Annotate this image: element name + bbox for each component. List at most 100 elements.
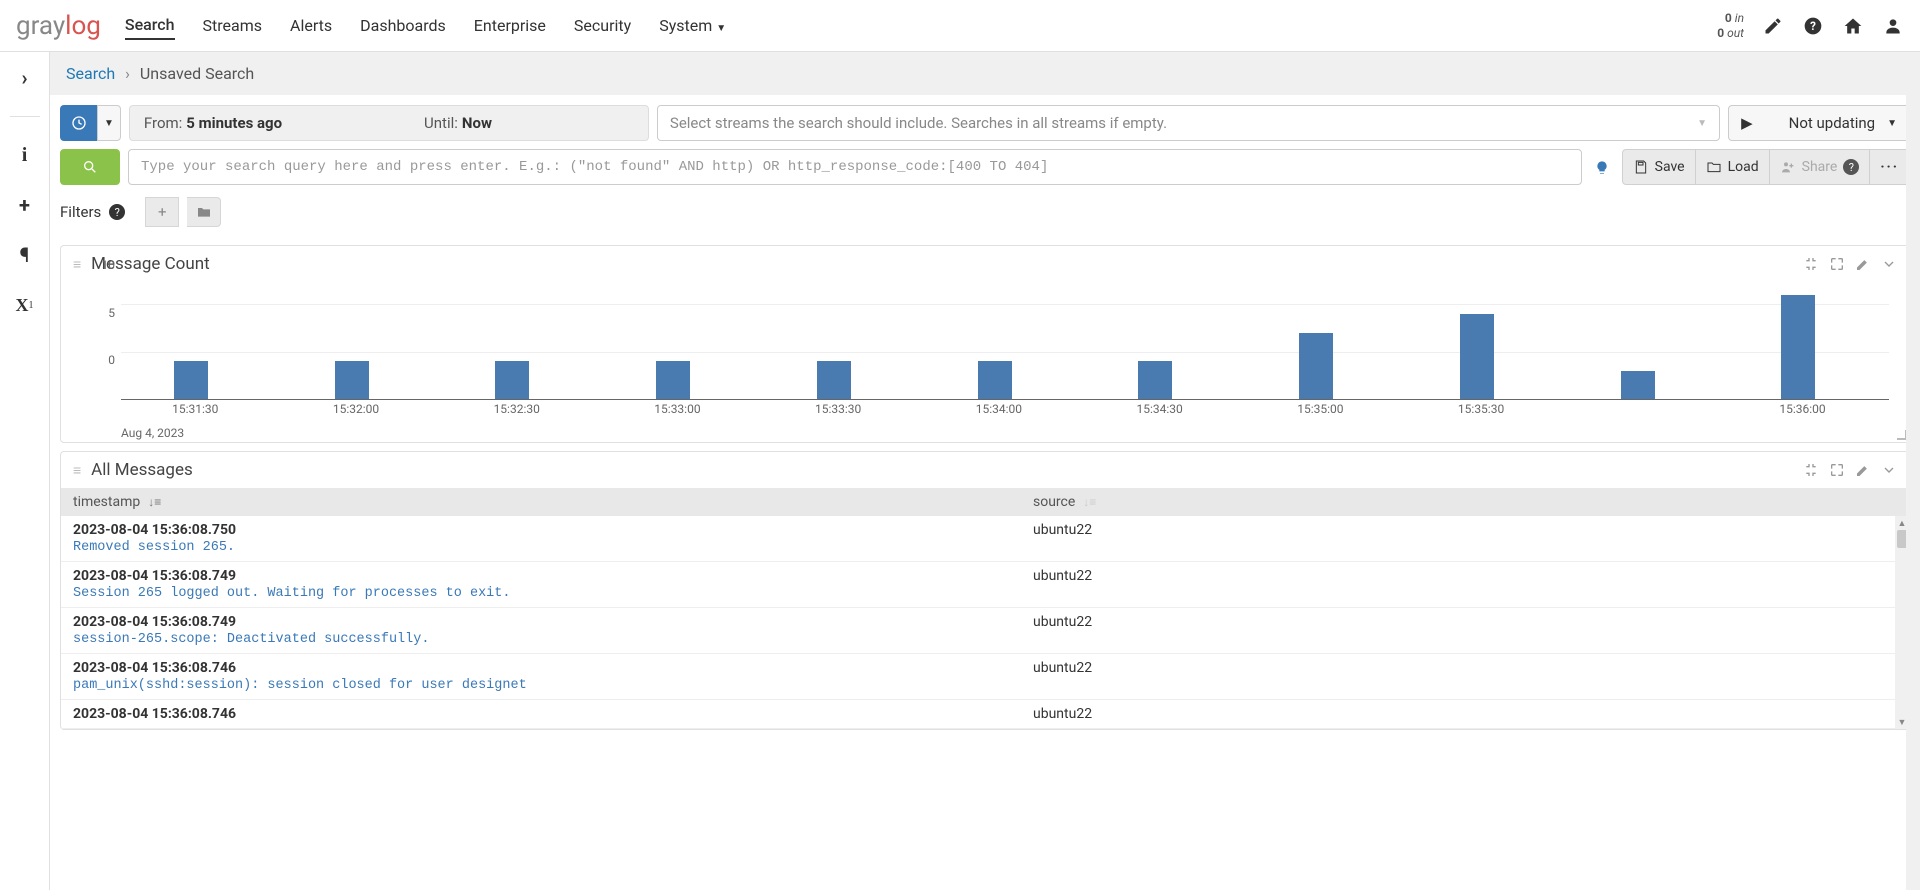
x-tick: 15:33:30	[815, 402, 861, 416]
nav-search[interactable]: Search	[125, 11, 175, 40]
bar	[495, 361, 529, 399]
query-input[interactable]	[128, 149, 1582, 185]
nav-items: Search Streams Alerts Dashboards Enterpr…	[125, 11, 1717, 40]
table-row[interactable]: 2023-08-04 15:36:08.746pam_unix(sshd:ses…	[61, 654, 1909, 700]
sort-icon[interactable]: ↓≡	[1083, 495, 1096, 509]
message-count-panel: ≡ Message Count 051015:31:3015:32:0015:3…	[60, 245, 1910, 443]
msg-timestamp: 2023-08-04 15:36:08.746	[73, 706, 1033, 722]
more-actions-button[interactable]: ···	[1870, 149, 1910, 185]
msg-source: ubuntu22	[1033, 706, 1897, 722]
expand-sidebar-icon[interactable]: ›	[13, 66, 37, 90]
paragraph-icon[interactable]: ¶	[13, 243, 37, 267]
left-rail: › i + ¶ X1	[0, 52, 50, 890]
caret-down-icon: ▼	[716, 23, 726, 34]
timerange-display[interactable]: From: 5 minutes ago Until: Now	[129, 105, 649, 141]
home-icon[interactable]	[1842, 15, 1864, 37]
info-icon[interactable]: i	[13, 143, 37, 167]
bar	[1460, 314, 1494, 400]
svg-text:?: ?	[1810, 19, 1816, 33]
x-tick: 15:35:30	[1458, 402, 1504, 416]
compress-icon[interactable]	[1803, 256, 1819, 272]
x-tick: 15:36:00	[1779, 402, 1825, 416]
drag-handle-icon[interactable]: ≡	[73, 256, 81, 273]
nav-dashboards[interactable]: Dashboards	[360, 12, 446, 39]
widget-menu-icon[interactable]	[1881, 462, 1897, 478]
subscript-icon[interactable]: X1	[13, 293, 37, 317]
timerange-type-group: ▼	[60, 105, 121, 141]
bar	[1299, 333, 1333, 400]
y-tick: 5	[108, 306, 115, 320]
dropdown-icon: ▼	[1697, 118, 1707, 129]
col-source[interactable]: source	[1033, 494, 1075, 510]
msg-text: Removed session 265.	[73, 540, 1033, 555]
bar	[335, 361, 369, 399]
logo-text-gray: gray	[16, 11, 65, 41]
bar	[817, 361, 851, 399]
expand-icon[interactable]	[1829, 462, 1845, 478]
timerange-clock-button[interactable]	[60, 105, 97, 141]
refresh-label: Not updating	[1789, 114, 1875, 132]
widget-menu-icon[interactable]	[1881, 256, 1897, 272]
timerange-dropdown-button[interactable]: ▼	[97, 105, 121, 141]
nav-system[interactable]: System▼	[659, 12, 726, 39]
msg-source: ubuntu22	[1033, 660, 1897, 676]
main-content: Search › Unsaved Search ▼ From: 5 minute…	[50, 52, 1920, 890]
x-tick: 15:35:00	[1297, 402, 1343, 416]
stream-select-placeholder: Select streams the search should include…	[670, 114, 1167, 132]
sort-desc-icon[interactable]: ↓≡	[148, 495, 161, 509]
expand-icon[interactable]	[1829, 256, 1845, 272]
nav-right: 0 in 0 out ?	[1717, 11, 1904, 40]
breadcrumb-root[interactable]: Search	[66, 64, 115, 83]
filters-label: Filters	[60, 203, 101, 221]
nav-alerts[interactable]: Alerts	[290, 12, 332, 39]
edit-widget-icon[interactable]	[1855, 462, 1871, 478]
edit-widget-icon[interactable]	[1855, 256, 1871, 272]
save-button[interactable]: Save	[1622, 149, 1696, 185]
load-button[interactable]: Load	[1696, 149, 1770, 185]
x-tick: 15:32:00	[333, 402, 379, 416]
add-icon[interactable]: +	[13, 193, 37, 217]
add-filter-button[interactable]: +	[145, 197, 179, 227]
msg-timestamp: 2023-08-04 15:36:08.749	[73, 614, 1033, 630]
nav-enterprise[interactable]: Enterprise	[474, 12, 546, 39]
search-button[interactable]	[60, 149, 120, 185]
msg-text: session-265.scope: Deactivated successfu…	[73, 632, 1033, 647]
help-icon[interactable]: ?	[1802, 15, 1824, 37]
share-help-badge: ?	[1843, 159, 1859, 175]
share-button[interactable]: Share ?	[1770, 149, 1871, 185]
all-messages-panel: ≡ All Messages timestamp ↓≡ source ↓≡	[60, 451, 1910, 730]
msg-text: pam_unix(sshd:session): session closed f…	[73, 678, 1033, 693]
scratchpad-icon[interactable]	[1762, 15, 1784, 37]
table-row[interactable]: 2023-08-04 15:36:08.746ubuntu22	[61, 700, 1909, 729]
breadcrumb-current: Unsaved Search	[140, 64, 254, 83]
drag-handle-icon[interactable]: ≡	[73, 462, 81, 479]
stream-select[interactable]: Select streams the search should include…	[657, 105, 1720, 141]
filter-folder-button[interactable]	[187, 197, 221, 227]
msg-timestamp: 2023-08-04 15:36:08.749	[73, 568, 1033, 584]
filters-row: Filters ? +	[60, 193, 1910, 237]
user-icon[interactable]	[1882, 15, 1904, 37]
page-scrollbar[interactable]	[1906, 52, 1920, 890]
filters-help-badge[interactable]: ?	[109, 204, 125, 220]
x-tick: 15:34:30	[1136, 402, 1182, 416]
refresh-control[interactable]: ▶ Not updating ▼	[1728, 105, 1910, 141]
y-tick: 10	[102, 258, 116, 272]
table-row[interactable]: 2023-08-04 15:36:08.749Session 265 logge…	[61, 562, 1909, 608]
throughput-indicator: 0 in 0 out	[1717, 11, 1744, 40]
bar	[1621, 371, 1655, 400]
table-row[interactable]: 2023-08-04 15:36:08.749 session-265.scope…	[61, 608, 1909, 654]
caret-down-icon: ▼	[1887, 118, 1897, 129]
col-timestamp[interactable]: timestamp	[73, 494, 140, 510]
nav-security[interactable]: Security	[574, 12, 631, 39]
bar	[978, 361, 1012, 399]
query-help-icon[interactable]	[1590, 158, 1614, 177]
table-row[interactable]: 2023-08-04 15:36:08.750Removed session 2…	[61, 516, 1909, 562]
x-tick: 15:34:00	[976, 402, 1022, 416]
bar	[656, 361, 690, 399]
logo[interactable]: graylog	[16, 11, 101, 41]
nav-streams[interactable]: Streams	[203, 12, 262, 39]
search-controls: ▼ From: 5 minutes ago Until: Now Select …	[50, 95, 1920, 237]
x-tick: 15:32:30	[494, 402, 540, 416]
compress-icon[interactable]	[1803, 462, 1819, 478]
play-icon: ▶	[1741, 114, 1753, 132]
